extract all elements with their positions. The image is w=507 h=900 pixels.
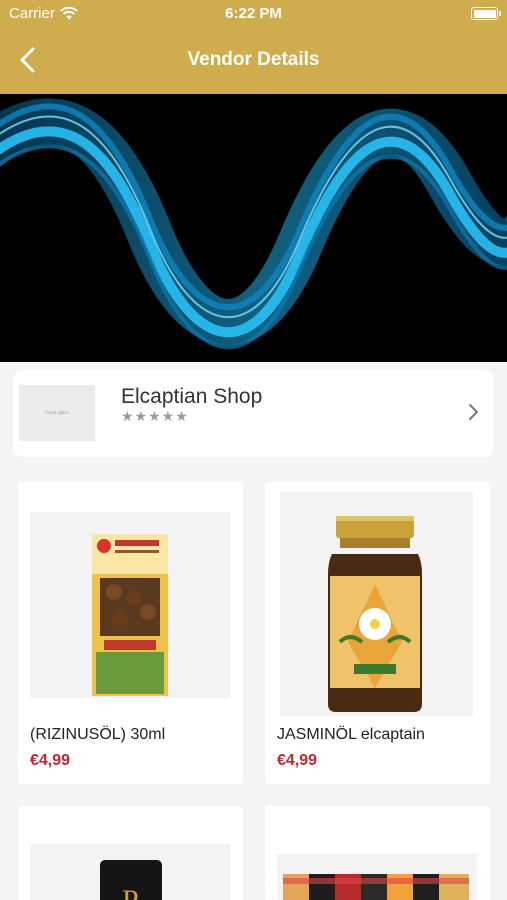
vendor-info-card[interactable]: Good space Elcaptian Shop ★★★★★ (13, 370, 494, 457)
svg-text:P: P (122, 884, 139, 900)
product-image: P (30, 844, 230, 900)
vendor-logo: Good space (19, 385, 95, 441)
product-image (280, 492, 473, 716)
product-name: JASMINÖL elcaptain (277, 726, 425, 743)
product-card[interactable]: (RIZINUSÖL) 30ml €4,99 (18, 482, 243, 784)
battery-icon (471, 7, 501, 20)
product-card[interactable] (265, 806, 490, 900)
vendor-name: Elcaptian Shop (121, 385, 263, 408)
status-time: 6:22 PM (225, 5, 282, 22)
page-title: Vendor Details (187, 49, 320, 70)
status-bar: Carrier 6:22 PM (0, 0, 507, 28)
header-bar: Carrier 6:22 PM Vendor Details (0, 0, 507, 94)
product-image (30, 512, 230, 698)
product-image (277, 854, 477, 900)
wave-artwork (0, 94, 507, 362)
chevron-right-icon (469, 404, 478, 420)
product-price: €4,99 (277, 752, 318, 769)
vendor-logo-text: Good space (45, 410, 69, 416)
navigation-bar: Vendor Details (0, 30, 507, 90)
rating-stars: ★★★★★ (121, 408, 189, 424)
vendor-banner-image (0, 94, 507, 362)
product-card[interactable]: P (18, 806, 243, 900)
product-name: (RIZINUSÖL) 30ml (30, 726, 166, 743)
product-card[interactable]: JASMINÖL elcaptain €4,99 (265, 482, 490, 784)
product-price: €4,99 (30, 752, 71, 769)
